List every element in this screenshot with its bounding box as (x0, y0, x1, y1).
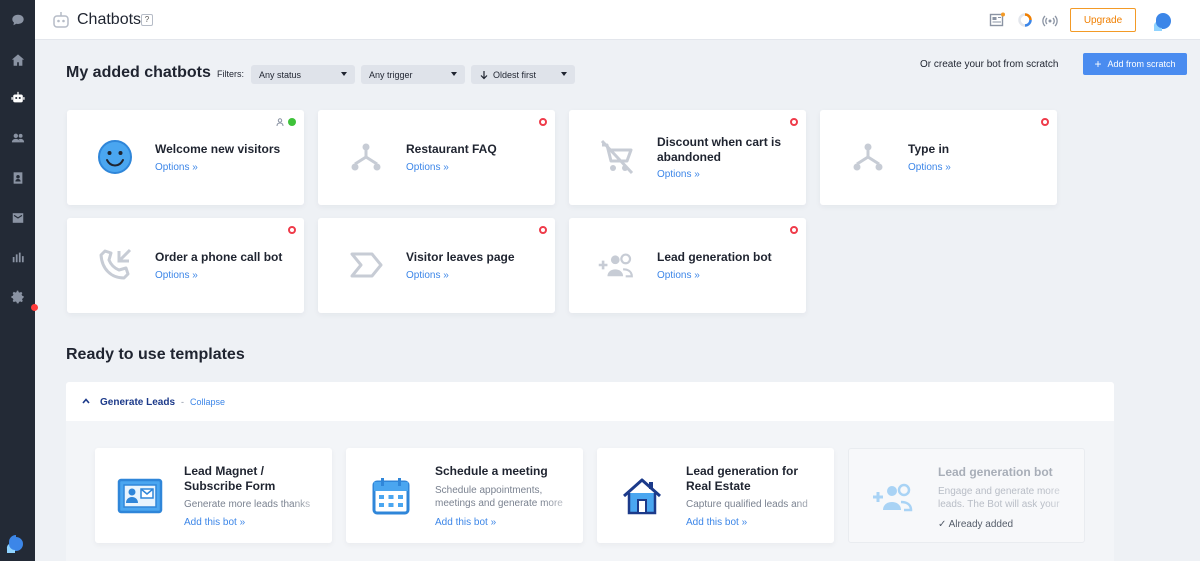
plus-icon: + (1094, 57, 1102, 71)
collapse-link[interactable]: Collapse (190, 397, 225, 407)
bot-card[interactable]: Lead generation bot Options » (569, 218, 806, 313)
add-bot-link[interactable]: Add this bot » (435, 517, 496, 528)
bot-options-link[interactable]: Options » (155, 162, 198, 173)
upgrade-button[interactable]: Upgrade (1070, 8, 1136, 32)
notification-dot (31, 304, 38, 311)
analytics-icon[interactable] (0, 247, 35, 267)
added-chatbots-heading: My added chatbots (66, 64, 211, 81)
status-inactive-dot (539, 226, 547, 234)
cart-off-icon (600, 139, 634, 175)
text-fade (543, 484, 583, 510)
template-card[interactable]: Lead Magnet / Subscribe Form Generate mo… (95, 448, 332, 543)
news-icon[interactable] (989, 12, 1005, 28)
top-bar: Chatbots ? Upgrade (35, 0, 1200, 40)
add-bot-link[interactable]: Add this bot » (184, 517, 245, 528)
add-bot-link[interactable]: Add this bot » (686, 517, 747, 528)
flow-icon (853, 143, 883, 171)
text-fade (794, 498, 834, 524)
status-inactive-dot (288, 226, 296, 234)
settings-icon[interactable] (0, 287, 35, 307)
bot-options-link[interactable]: Options » (657, 270, 700, 281)
arrow-down-icon (480, 70, 488, 79)
trigger-filter-value: Any trigger (369, 69, 413, 80)
house-icon (623, 478, 661, 515)
add-from-scratch-button[interactable]: + Add from scratch (1083, 53, 1187, 75)
status-inactive-dot (790, 226, 798, 234)
help-icon[interactable]: ? (141, 14, 153, 26)
status-inactive-dot (539, 118, 547, 126)
bot-options-link[interactable]: Options » (406, 162, 449, 173)
smiley-icon (98, 140, 132, 174)
sort-filter-value: Oldest first (493, 69, 537, 80)
template-group-header[interactable]: Generate Leads - Collapse (66, 382, 1114, 421)
chevron-down-icon (561, 72, 567, 76)
separator: - (181, 397, 184, 407)
chevron-down-icon (341, 72, 347, 76)
chevron-down-icon (451, 72, 457, 76)
bot-card[interactable]: Order a phone call bot Options » (67, 218, 304, 313)
bot-options-link[interactable]: Options » (657, 169, 700, 180)
bot-title: Visitor leaves page (406, 250, 515, 264)
visitors-icon[interactable] (0, 128, 35, 148)
filters-label: Filters: (217, 69, 244, 79)
status-inactive-dot (790, 118, 798, 126)
chatbot-icon[interactable] (0, 88, 35, 108)
status-filter[interactable]: Any status (251, 65, 355, 84)
page-title: Chatbots (77, 11, 142, 28)
template-group-title: Generate Leads (100, 397, 176, 408)
add-users-icon (873, 483, 913, 512)
home-icon[interactable] (0, 50, 35, 70)
avatar[interactable] (1151, 10, 1173, 32)
sort-filter[interactable]: Oldest first (471, 65, 575, 84)
add-users-icon (598, 253, 633, 278)
bot-card[interactable]: Discount when cart is abandoned Options … (569, 110, 806, 205)
chatbot-icon (53, 12, 69, 28)
template-title: Schedule a meeting (435, 464, 548, 478)
text-fade (1044, 485, 1084, 511)
sidebar (0, 0, 38, 561)
bot-title: Welcome new visitors (155, 142, 281, 156)
bot-title: Order a phone call bot (155, 250, 283, 264)
template-title: Lead generation bot (938, 465, 1053, 479)
inbox-icon[interactable] (0, 208, 35, 228)
bot-title: Discount when cart is abandoned (657, 135, 782, 164)
template-card[interactable]: Lead generation for Real Estate Capture … (597, 448, 834, 543)
trigger-filter[interactable]: Any trigger (361, 65, 465, 84)
template-card[interactable]: Schedule a meeting Schedule appointments… (346, 448, 583, 543)
template-title: Lead generation for Real Estate (686, 464, 799, 493)
status-active-dot (288, 118, 296, 126)
bot-options-link[interactable]: Options » (155, 270, 198, 281)
bot-options-link[interactable]: Options » (908, 162, 951, 173)
bot-title: Type in (908, 142, 950, 156)
bot-card[interactable]: Welcome new visitors Options » (67, 110, 304, 205)
phone-callback-icon (99, 248, 132, 280)
template-card: Lead generation bot Engage and generate … (848, 448, 1085, 543)
text-fade (292, 498, 332, 524)
already-added-label: ✓ Already added (938, 519, 1014, 530)
add-from-scratch-label: Add from scratch (1107, 59, 1176, 69)
calendar-icon (372, 478, 410, 515)
bot-card[interactable]: Type in Options » (820, 110, 1057, 205)
status-filter-value: Any status (259, 69, 302, 80)
bot-card[interactable]: Restaurant FAQ Options » (318, 110, 555, 205)
bot-title: Restaurant FAQ (406, 142, 497, 156)
person-icon (276, 118, 284, 126)
flow-icon (351, 143, 381, 171)
bot-title: Lead generation bot (657, 250, 772, 264)
tidio-logo-icon[interactable] (5, 533, 27, 555)
progress-icon[interactable] (1017, 12, 1033, 28)
broadcast-icon[interactable] (1042, 12, 1058, 28)
scratch-label: Or create your bot from scratch (920, 59, 1059, 70)
templates-heading: Ready to use templates (66, 346, 245, 363)
exit-arrow-icon (350, 252, 383, 278)
chat-icon[interactable] (0, 10, 35, 30)
status-inactive-dot (1041, 118, 1049, 126)
contacts-icon[interactable] (0, 168, 35, 188)
subscribe-form-icon (117, 478, 163, 514)
template-title: Lead Magnet / Subscribe Form (184, 464, 276, 493)
bot-options-link[interactable]: Options » (406, 270, 449, 281)
chevron-up-icon[interactable] (82, 397, 90, 405)
bot-card[interactable]: Visitor leaves page Options » (318, 218, 555, 313)
